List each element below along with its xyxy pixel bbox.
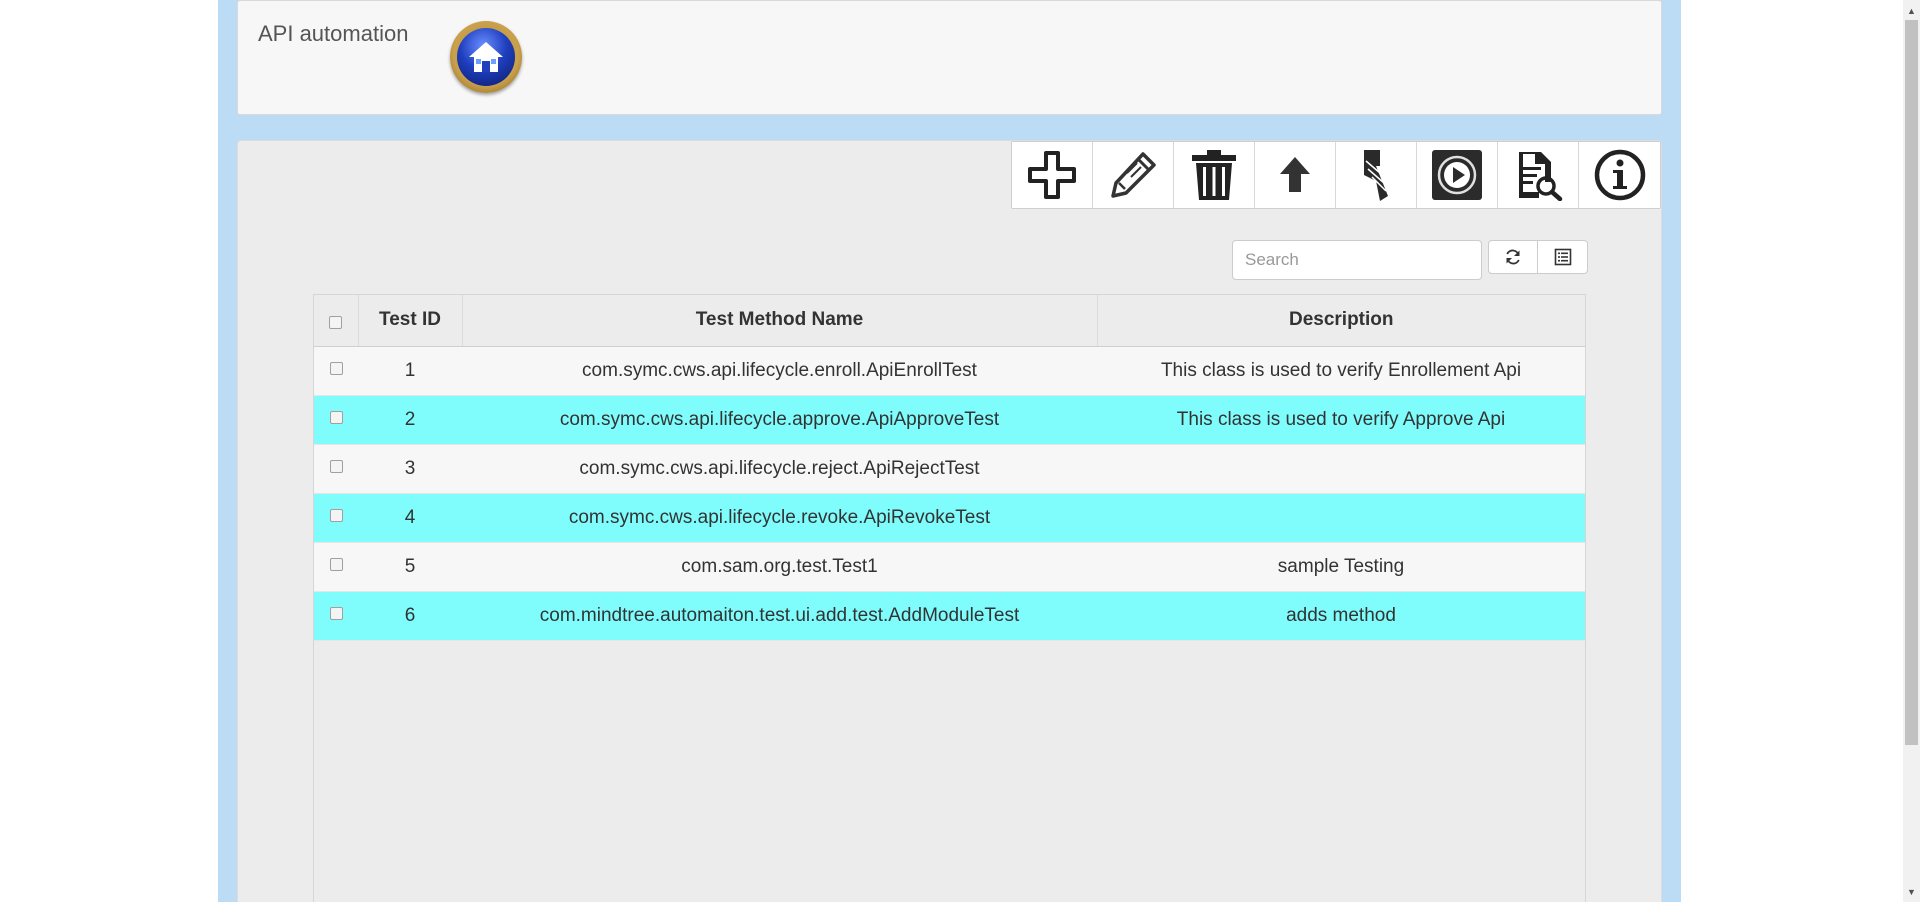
table-header-row: Test ID Test Method Name Description (314, 295, 1585, 347)
tests-table-container: Test ID Test Method Name Description 1 c… (313, 294, 1586, 902)
column-header-test-id[interactable]: Test ID (358, 295, 463, 347)
cell-test-id: 2 (358, 395, 462, 445)
view-report-button[interactable] (1498, 142, 1579, 208)
column-header-method-name[interactable]: Test Method Name (462, 295, 1098, 347)
upload-button[interactable] (1255, 142, 1336, 208)
cell-method-name: com.symc.cws.api.lifecycle.reject.ApiRej… (462, 444, 1097, 494)
column-header-description[interactable]: Description (1097, 295, 1585, 347)
refresh-button[interactable] (1488, 240, 1538, 274)
drill-icon (1364, 150, 1388, 201)
cell-method-name: com.symc.cws.api.lifecycle.approve.ApiAp… (462, 395, 1097, 445)
add-button[interactable] (1012, 142, 1093, 208)
row-checkbox[interactable] (329, 459, 343, 473)
table-row[interactable]: 3 com.symc.cws.api.lifecycle.reject.ApiR… (314, 444, 1585, 494)
header-panel: API automation (237, 0, 1662, 115)
cell-description: adds method (1097, 591, 1585, 641)
document-search-icon (1519, 152, 1563, 201)
scroll-up-icon[interactable]: ▲ (1903, 2, 1920, 19)
select-all-checkbox[interactable] (329, 315, 343, 329)
cell-description (1097, 444, 1585, 494)
drill-button[interactable] (1336, 142, 1417, 208)
refresh-icon (1506, 249, 1520, 265)
table-row[interactable]: 1 com.symc.cws.api.lifecycle.enroll.ApiE… (314, 346, 1585, 396)
scroll-down-icon[interactable]: ▼ (1903, 883, 1920, 900)
cell-test-id: 1 (358, 346, 462, 396)
edit-button[interactable] (1093, 142, 1174, 208)
info-button[interactable] (1579, 142, 1660, 208)
pencil-icon (1111, 152, 1156, 198)
cell-description: This class is used to verify Approve Api (1097, 395, 1585, 445)
columns-icon (1554, 248, 1571, 266)
cell-method-name: com.mindtree.automaiton.test.ui.add.test… (462, 591, 1097, 641)
scroll-thumb[interactable] (1905, 20, 1918, 745)
arrow-up-icon (1280, 157, 1310, 192)
cell-description (1097, 493, 1585, 543)
cell-test-id: 5 (358, 542, 462, 592)
select-all-header (314, 295, 359, 347)
plus-icon (1028, 151, 1076, 199)
cell-description: sample Testing (1097, 542, 1585, 592)
main-panel: Test ID Test Method Name Description 1 c… (237, 140, 1662, 902)
columns-button[interactable] (1538, 240, 1588, 274)
cell-description: This class is used to verify Enrollement… (1097, 346, 1585, 396)
play-icon (1432, 150, 1482, 200)
cell-test-id: 3 (358, 444, 462, 494)
table-row[interactable]: 4 com.symc.cws.api.lifecycle.revoke.ApiR… (314, 493, 1585, 543)
cell-test-id: 6 (358, 591, 462, 641)
table-row[interactable]: 5 com.sam.org.test.Test1 sample Testing (314, 542, 1585, 592)
app-title: API automation (258, 21, 409, 46)
tests-table: Test ID Test Method Name Description 1 c… (314, 295, 1585, 641)
row-checkbox[interactable] (329, 557, 343, 571)
table-row[interactable]: 2 com.symc.cws.api.lifecycle.approve.Api… (314, 395, 1585, 445)
table-controls (1488, 240, 1588, 274)
row-checkbox[interactable] (329, 361, 343, 375)
row-checkbox[interactable] (329, 508, 343, 522)
cell-method-name: com.symc.cws.api.lifecycle.revoke.ApiRev… (462, 493, 1097, 543)
info-icon (1594, 149, 1645, 201)
trash-icon (1192, 150, 1236, 200)
run-button[interactable] (1417, 142, 1498, 208)
row-checkbox[interactable] (329, 606, 343, 620)
table-row[interactable]: 6 com.mindtree.automaiton.test.ui.add.te… (314, 591, 1585, 641)
delete-button[interactable] (1174, 142, 1255, 208)
home-icon (457, 28, 515, 86)
cell-method-name: com.sam.org.test.Test1 (462, 542, 1097, 592)
row-checkbox[interactable] (329, 410, 343, 424)
cell-test-id: 4 (358, 493, 462, 543)
home-button[interactable] (450, 21, 522, 93)
vertical-scrollbar[interactable]: ▲ ▼ (1903, 0, 1920, 902)
search-input[interactable] (1232, 240, 1482, 280)
cell-method-name: com.symc.cws.api.lifecycle.enroll.ApiEnr… (462, 346, 1097, 396)
action-toolbar (1011, 141, 1661, 209)
